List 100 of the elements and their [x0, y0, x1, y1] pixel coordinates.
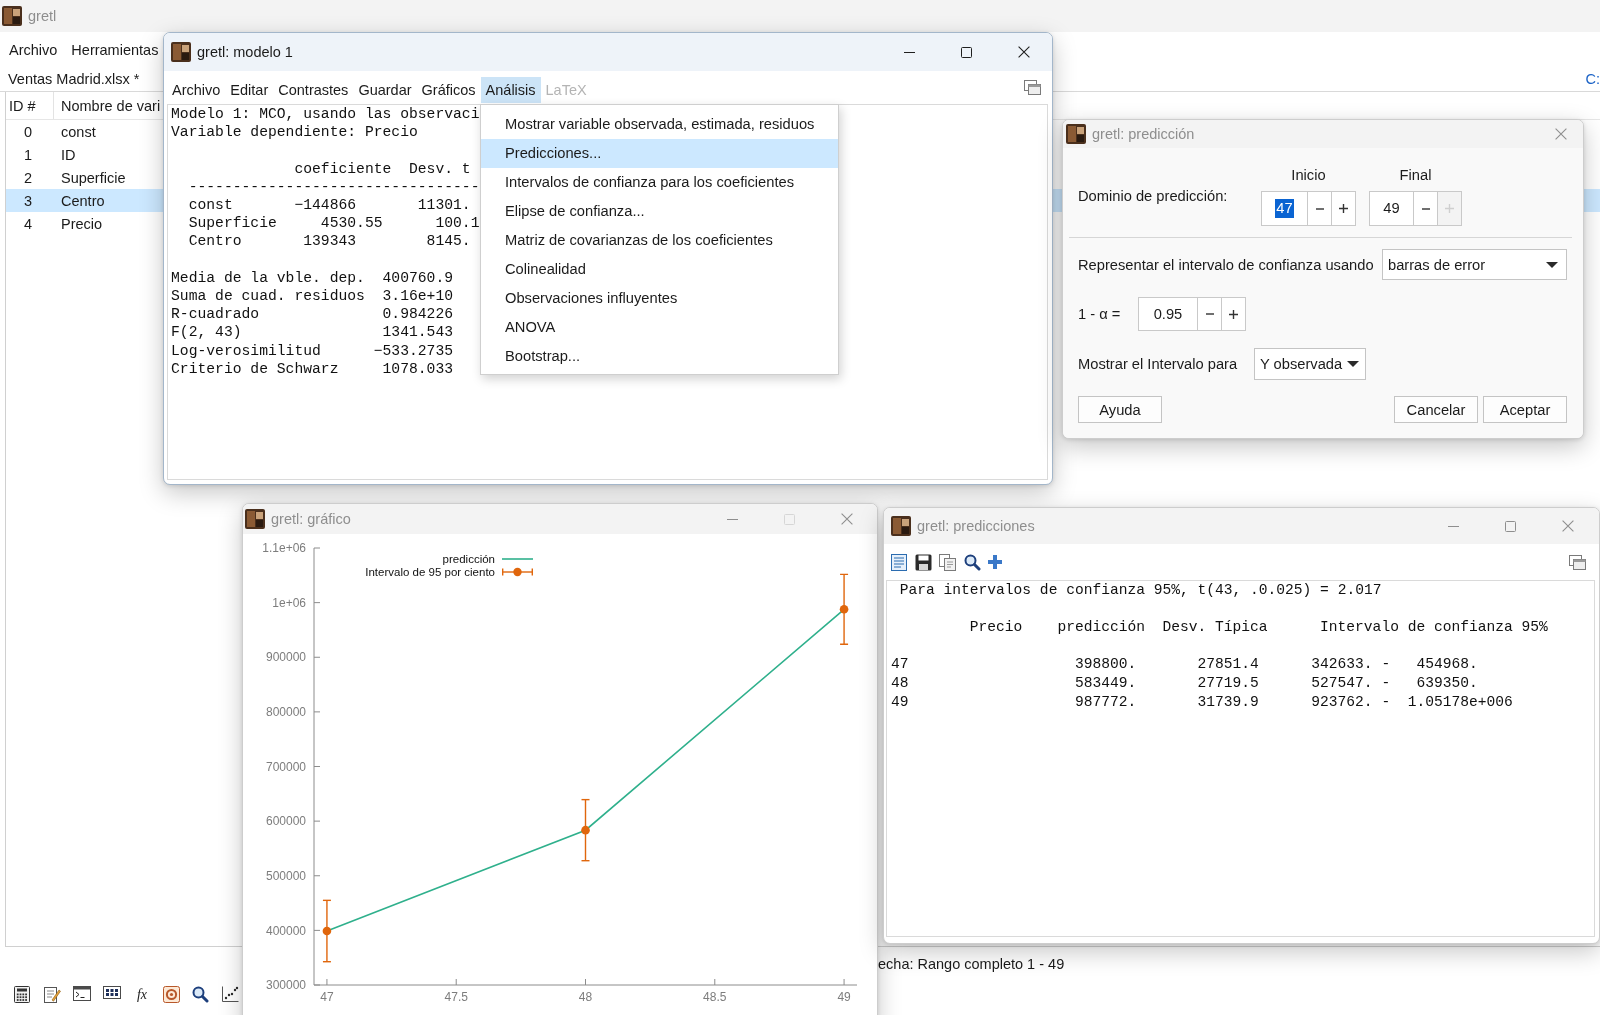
table-cell: 139343: [303, 232, 357, 251]
table-cell: 987772.: [1074, 692, 1137, 712]
app-icon: [2, 6, 22, 26]
app-icon: [1066, 124, 1086, 144]
tick-label: 48.5: [703, 990, 727, 1004]
menu-item[interactable]: Herramientas: [66, 38, 164, 61]
help-button[interactable]: Ayuda: [1078, 396, 1162, 423]
dropdown[interactable]: barras de error: [1382, 249, 1567, 280]
tick-label: 48: [578, 990, 593, 1004]
variable-name: Centro: [61, 192, 105, 209]
increment-button[interactable]: [1332, 191, 1356, 226]
search-icon[interactable]: [192, 986, 209, 1003]
menu-item[interactable]: Observaciones influyentes: [481, 283, 838, 313]
field-label: Representar el intervalo de confianza usando: [1078, 256, 1374, 273]
plus-icon[interactable]: [988, 555, 1002, 569]
app-icon: [171, 42, 191, 62]
dropdown[interactable]: Y observada: [1254, 348, 1366, 380]
field-label: Inicio: [1291, 167, 1326, 183]
close-icon: [840, 513, 853, 525]
function-button[interactable]: fx: [133, 986, 151, 1003]
stat-value: 1341.543: [382, 323, 454, 342]
tick-label: 700000: [265, 759, 306, 774]
stat-value: −533.2735: [373, 341, 454, 360]
stat-label: R-cuadrado: [171, 305, 260, 324]
table-cell: 47: [891, 655, 909, 674]
tick-label: 500000: [265, 868, 306, 883]
menu-item[interactable]: Análisis: [480, 77, 541, 103]
menu-item[interactable]: Archivo: [4, 38, 63, 61]
stat-value: 400760.9: [382, 268, 454, 287]
column-header[interactable]: Nombre de vari: [54, 92, 161, 119]
grid-icon[interactable]: [103, 986, 121, 999]
scatter-plot-icon[interactable]: [221, 986, 239, 1003]
windows-icon[interactable]: [1024, 79, 1041, 95]
windows-icon[interactable]: [1569, 554, 1586, 570]
number-field[interactable]: 47: [1261, 191, 1308, 226]
maximize-icon: [1505, 520, 1516, 532]
table-cell: 49: [891, 692, 909, 712]
search-icon[interactable]: [963, 553, 981, 571]
caret-icon: [1347, 361, 1360, 367]
number-field[interactable]: 0.95: [1138, 297, 1198, 331]
menu-item[interactable]: Mostrar variable observada, estimada, residuos: [481, 110, 838, 139]
tick-label: 600000: [265, 814, 306, 829]
plus-icon: [1339, 204, 1348, 213]
tick-label: 1.1e+06: [262, 541, 306, 556]
column-header[interactable]: ID #: [6, 92, 54, 119]
table-cell: Superficie: [188, 214, 277, 233]
copy-icon[interactable]: [939, 553, 956, 571]
stat-label: F(2, 43): [171, 323, 242, 342]
increment-button[interactable]: [1222, 297, 1246, 331]
table-cell: 4530.55: [320, 214, 383, 233]
menu-item[interactable]: Bootstrap...: [481, 341, 838, 370]
stat-label: Suma de cuad. residuos: [171, 287, 365, 306]
terminal-icon[interactable]: [73, 986, 91, 1001]
menu-item[interactable]: Predicciones...: [481, 138, 838, 168]
close-icon: [1561, 520, 1574, 532]
field-label: Mostrar el Intervalo para: [1078, 356, 1238, 372]
menu-item[interactable]: Guardar: [353, 77, 417, 103]
variable-name: ID: [61, 147, 76, 164]
table-cell: 27719.5: [1197, 673, 1259, 693]
stat-label: Media de la vble. dep.: [171, 268, 365, 287]
menu-item[interactable]: Gráficos: [416, 77, 481, 103]
window-title: gretl: [28, 8, 57, 24]
table-cell: 27851.4: [1197, 655, 1259, 674]
variable-name: Precio: [61, 215, 103, 232]
variable-id: 3: [24, 192, 33, 209]
tick-label: 47: [320, 990, 334, 1004]
minus-icon: [1205, 313, 1214, 315]
save-icon[interactable]: [914, 553, 932, 571]
menu-item[interactable]: Contrastes: [273, 77, 354, 103]
table-cell: 11301.: [417, 196, 471, 215]
notepad-pencil-icon[interactable]: [43, 986, 61, 1003]
table-cell: 8145.: [426, 232, 471, 251]
ring-icon[interactable]: [163, 986, 180, 1003]
number-field[interactable]: 49: [1369, 191, 1414, 226]
table-cell: 100.1: [435, 214, 480, 233]
minimize-icon: [1448, 525, 1459, 527]
menu-item[interactable]: Intervalos de confianza para los coeficientes: [481, 167, 838, 197]
document-icon[interactable]: [891, 553, 907, 571]
menu-item[interactable]: Elipse de confianza...: [481, 196, 838, 226]
tick-label: 1e+06: [272, 595, 306, 610]
minus-icon: [1315, 207, 1324, 210]
menu-item[interactable]: Matriz de covarianzas de los coeficientes: [481, 225, 838, 255]
menu-item[interactable]: Colinealidad: [481, 254, 838, 284]
cancel-button[interactable]: Cancelar: [1394, 396, 1478, 423]
table-cell: −144866: [294, 196, 357, 215]
tick-label: 400000: [265, 923, 306, 938]
tick-label: 800000: [265, 705, 306, 720]
ok-button[interactable]: Aceptar: [1483, 396, 1567, 423]
window-title: gretl: predicción: [1092, 126, 1195, 142]
stat-label: Log-verosimilitud: [171, 341, 321, 360]
menu-item[interactable]: ANOVA: [481, 312, 838, 342]
dataset-name: Ventas Madrid.xlsx *: [8, 71, 140, 87]
variable-id: 1: [24, 147, 33, 164]
calculator-icon[interactable]: [13, 986, 31, 1003]
minimize-icon: [727, 518, 738, 520]
menu-item[interactable]: Editar: [225, 77, 274, 103]
field-label: 1 - α =: [1078, 306, 1121, 322]
menu-item[interactable]: Archivo: [167, 77, 226, 103]
close-icon: [1555, 128, 1567, 140]
variable-name: Superficie: [61, 170, 126, 186]
